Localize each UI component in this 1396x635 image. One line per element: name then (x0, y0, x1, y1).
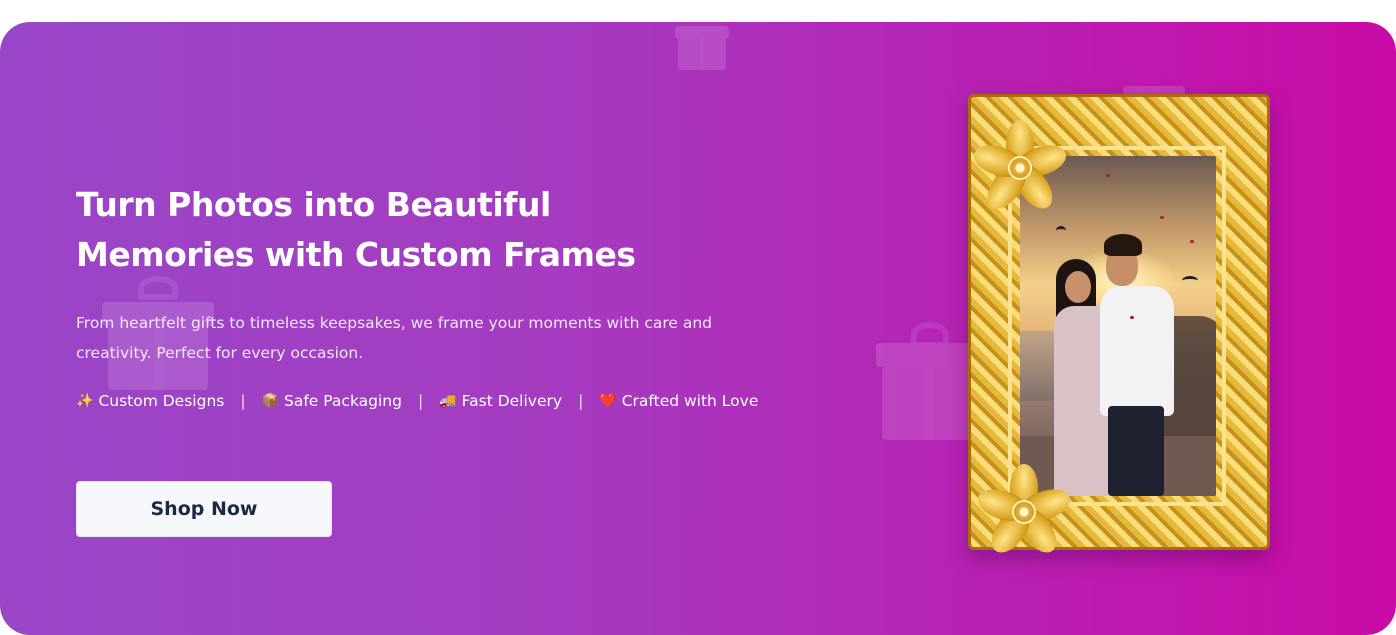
subtitle-line-1: From heartfelt gifts to timeless keepsak… (76, 314, 712, 332)
heart-icon: ❤️ (599, 393, 617, 409)
framed-photo-image (968, 94, 1270, 560)
feature-label: Safe Packaging (284, 392, 402, 410)
bird-icon (1182, 276, 1198, 285)
hero-headline: Turn Photos into Beautiful Memories with… (76, 180, 756, 280)
headline-line-1: Turn Photos into Beautiful (76, 185, 551, 224)
decorative-gift-icon (876, 322, 984, 440)
gold-flower-icon (974, 464, 1074, 560)
feature-separator: | (578, 392, 584, 410)
headline-line-2: Memories with Custom Frames (76, 235, 636, 274)
shop-now-button[interactable]: Shop Now (76, 481, 332, 537)
feature-custom-designs: ✨ Custom Designs (76, 392, 224, 410)
bird-icon (1056, 226, 1066, 235)
gold-flower-icon (970, 120, 1070, 216)
feature-safe-packaging: 📦 Safe Packaging (262, 392, 402, 410)
hero-banner: Turn Photos into Beautiful Memories with… (0, 22, 1396, 635)
hero-subtitle: From heartfelt gifts to timeless keepsak… (76, 308, 766, 368)
sparkles-icon: ✨ (76, 393, 94, 409)
feature-crafted-with-love: ❤️ Crafted with Love (599, 392, 758, 410)
delivery-truck-icon: 🚚 (439, 393, 457, 409)
package-icon: 📦 (261, 393, 280, 409)
feature-label: Crafted with Love (621, 392, 759, 410)
decorative-gift-icon (675, 26, 729, 70)
feature-label: Fast Delivery (461, 392, 563, 410)
feature-list: ✨ Custom Designs | 📦 Safe Packaging | 🚚 … (76, 392, 758, 410)
feature-label: Custom Designs (98, 392, 225, 410)
subtitle-line-2: creativity. Perfect for every occasion. (76, 344, 364, 362)
feature-separator: | (240, 392, 246, 410)
feature-fast-delivery: 🚚 Fast Delivery (439, 392, 562, 410)
feature-separator: | (417, 392, 424, 410)
